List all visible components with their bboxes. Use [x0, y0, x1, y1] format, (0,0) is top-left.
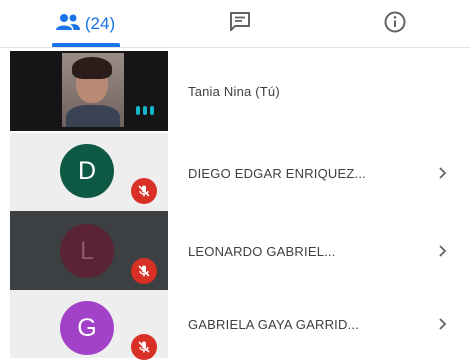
participant-row[interactable]: D DIEGO EDGAR ENRIQUEZ...	[0, 133, 470, 213]
participant-avatar-tile: D	[10, 133, 168, 213]
participant-count: (24)	[84, 14, 116, 33]
participant-video	[62, 53, 124, 127]
participant-video-tile	[10, 51, 168, 131]
participant-name: DIEGO EDGAR ENRIQUEZ...	[188, 165, 366, 181]
mic-off-icon	[131, 258, 157, 284]
mic-off-icon	[131, 334, 157, 360]
participant-row[interactable]: L LEONARDO GABRIEL...	[0, 211, 470, 291]
avatar: L	[60, 224, 114, 278]
participant-name: GABRIELA GAYA GARRID...	[188, 316, 360, 332]
participant-row-self[interactable]: Tania Nina (Tú)	[0, 51, 470, 131]
tab-info[interactable]	[345, 0, 445, 48]
chevron-right-icon[interactable]	[438, 133, 448, 213]
people-icon	[55, 12, 81, 37]
participant-row[interactable]: G GABRIELA GAYA GARRID...	[0, 290, 470, 360]
chevron-right-icon[interactable]	[438, 290, 448, 358]
avatar: G	[60, 301, 114, 355]
avatar: D	[60, 144, 114, 198]
participant-avatar-tile: G	[10, 290, 168, 360]
participant-name: Tania Nina (Tú)	[188, 83, 280, 99]
info-icon	[383, 10, 407, 39]
tab-people[interactable]: (24)	[30, 0, 140, 48]
speaking-indicator-icon	[136, 106, 154, 115]
participant-name: LEONARDO GABRIEL...	[188, 243, 336, 259]
tab-chat[interactable]	[190, 0, 290, 48]
active-tab-indicator	[52, 43, 120, 47]
chevron-right-icon[interactable]	[438, 211, 448, 291]
mic-off-icon	[131, 178, 157, 204]
participant-avatar-tile: L	[10, 211, 168, 291]
chat-icon	[228, 11, 252, 38]
participants-tab-bar: (24)	[0, 0, 470, 48]
